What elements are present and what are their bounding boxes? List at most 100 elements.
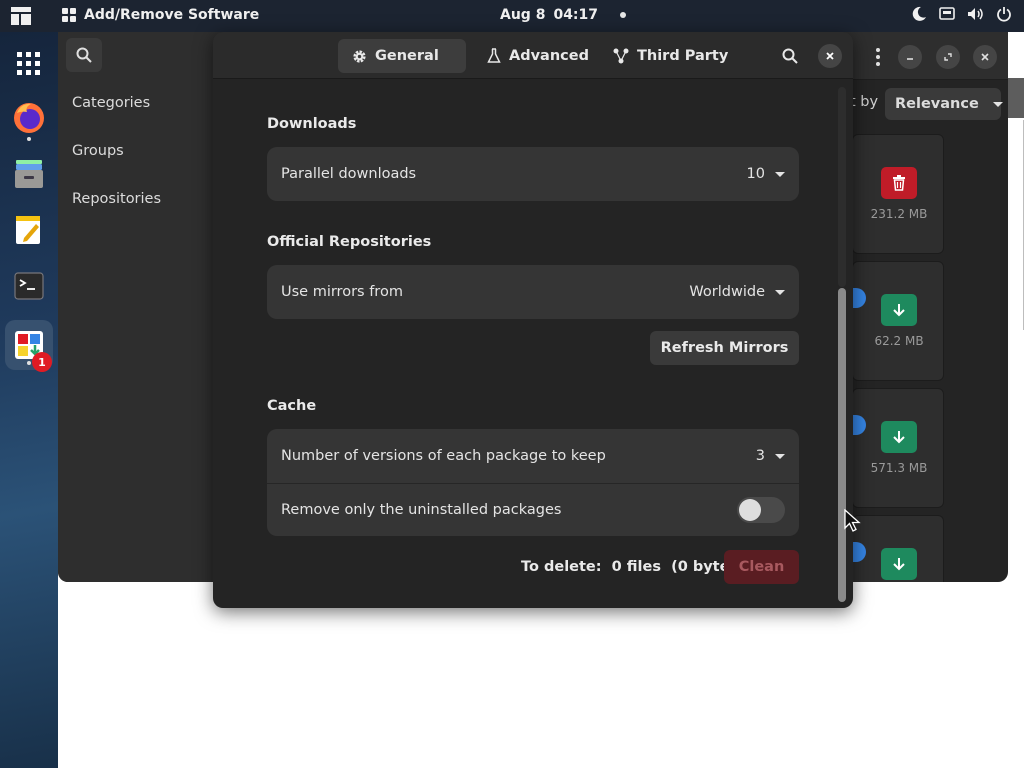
section-title-downloads: Downloads bbox=[267, 116, 357, 132]
screen-icon[interactable] bbox=[939, 6, 955, 22]
package-card[interactable]: 62.2 MB bbox=[852, 261, 944, 381]
close-icon bbox=[981, 53, 989, 61]
scrollbar-thumb[interactable] bbox=[838, 288, 846, 602]
app-grid-icon bbox=[62, 7, 76, 22]
dock: 1 bbox=[0, 32, 58, 768]
top-bar: Add/Remove Software Aug 8 04:17 bbox=[0, 0, 1024, 32]
notification-badge: 1 bbox=[32, 352, 52, 372]
sidebar-item-repositories[interactable]: Repositories bbox=[72, 191, 161, 207]
versions-dropdown[interactable]: 3 bbox=[756, 448, 785, 464]
volume-icon[interactable] bbox=[967, 6, 984, 22]
sort-dropdown[interactable]: Relevance bbox=[885, 88, 1003, 120]
tab-label: General bbox=[375, 48, 439, 64]
chevron-down-icon bbox=[992, 101, 1003, 107]
firefox-icon[interactable] bbox=[9, 98, 49, 138]
maximize-icon bbox=[944, 53, 952, 61]
parallel-downloads-dropdown[interactable]: 10 bbox=[747, 166, 785, 182]
toggle-knob bbox=[739, 499, 761, 521]
remove-button[interactable] bbox=[881, 167, 917, 199]
app-name: Add/Remove Software bbox=[84, 7, 260, 23]
scrollbar-thumb[interactable] bbox=[1008, 78, 1024, 118]
search-icon bbox=[76, 47, 92, 63]
close-window-button[interactable] bbox=[973, 45, 997, 69]
section-title-cache: Cache bbox=[267, 398, 317, 414]
uninstalled-only-toggle[interactable] bbox=[737, 497, 785, 523]
text-editor-icon[interactable] bbox=[9, 210, 49, 250]
dropdown-value: Worldwide bbox=[689, 284, 765, 300]
row-label: Use mirrors from bbox=[281, 284, 403, 300]
show-apps-icon[interactable] bbox=[9, 44, 49, 84]
download-arrow-icon bbox=[893, 558, 905, 571]
activities-icon[interactable] bbox=[10, 6, 32, 26]
terminal-icon[interactable] bbox=[9, 266, 49, 306]
clean-button[interactable]: Clean bbox=[724, 550, 799, 584]
tab-general[interactable]: General bbox=[338, 39, 466, 73]
clock-date: Aug 8 bbox=[500, 7, 546, 23]
running-indicator bbox=[27, 137, 31, 141]
night-mode-icon[interactable] bbox=[911, 6, 927, 22]
sidebar-item-categories[interactable]: Categories bbox=[72, 95, 150, 111]
divider bbox=[1010, 120, 1024, 330]
clock-time: 04:17 bbox=[553, 7, 599, 23]
refresh-mirrors-button[interactable]: Refresh Mirrors bbox=[650, 331, 799, 365]
to-delete-summary: To delete: 0 files (0 bytes) bbox=[521, 559, 745, 575]
package-size: 571.3 MB bbox=[870, 461, 928, 475]
download-arrow-icon bbox=[893, 431, 905, 444]
package-size: 231.2 MB bbox=[870, 207, 928, 221]
mirrors-dropdown[interactable]: Worldwide bbox=[689, 284, 785, 300]
flask-icon bbox=[487, 48, 501, 63]
files-icon[interactable] bbox=[9, 154, 49, 194]
cache-settings-group: Number of versions of each package to ke… bbox=[267, 429, 799, 536]
package-card[interactable] bbox=[852, 515, 944, 582]
power-icon[interactable] bbox=[996, 6, 1012, 22]
package-card[interactable]: 231.2 MB bbox=[852, 134, 944, 254]
row-label: Remove only the uninstalled packages bbox=[281, 502, 562, 518]
clock[interactable]: Aug 8 04:17 bbox=[500, 7, 627, 23]
package-card[interactable]: 571.3 MB bbox=[852, 388, 944, 508]
scrollbar-track bbox=[838, 87, 846, 287]
kebab-menu-icon bbox=[876, 48, 880, 66]
minimize-icon bbox=[907, 58, 913, 60]
uninstalled-only-row[interactable]: Remove only the uninstalled packages bbox=[267, 483, 799, 536]
dialog-search-button[interactable] bbox=[778, 44, 802, 68]
maximize-button[interactable] bbox=[936, 45, 960, 69]
search-button[interactable] bbox=[66, 38, 102, 72]
dropdown-value: 10 bbox=[746, 166, 765, 182]
tab-advanced[interactable]: Advanced bbox=[473, 39, 603, 73]
section-title-repositories: Official Repositories bbox=[267, 234, 432, 250]
preferences-dialog: General Advanced Third Party Downloads P… bbox=[213, 32, 853, 608]
menu-button[interactable] bbox=[866, 45, 890, 69]
mirrors-row[interactable]: Use mirrors from Worldwide bbox=[267, 265, 799, 319]
row-label: Number of versions of each package to ke… bbox=[281, 448, 606, 464]
install-button[interactable] bbox=[881, 421, 917, 453]
dropdown-value: 3 bbox=[755, 448, 765, 464]
sort-label: t by bbox=[850, 94, 879, 110]
tab-label: Advanced bbox=[509, 48, 589, 64]
package-size: 62.2 MB bbox=[874, 334, 924, 348]
download-arrow-icon bbox=[893, 304, 905, 317]
app-menu[interactable]: Add/Remove Software bbox=[62, 7, 259, 23]
running-indicator bbox=[27, 361, 31, 365]
close-icon bbox=[826, 52, 834, 60]
sidebar: Categories Groups Repositories bbox=[58, 32, 218, 582]
tab-third-party[interactable]: Third Party bbox=[599, 39, 742, 73]
dialog-close-button[interactable] bbox=[818, 44, 842, 68]
sort-value: Relevance bbox=[895, 96, 979, 112]
tab-label: Third Party bbox=[637, 48, 729, 64]
trash-icon bbox=[893, 175, 905, 191]
chevron-down-icon bbox=[775, 453, 785, 459]
notification-dot bbox=[620, 12, 627, 18]
mouse-pointer-icon bbox=[844, 508, 862, 537]
versions-to-keep-row[interactable]: Number of versions of each package to ke… bbox=[267, 429, 799, 483]
install-button[interactable] bbox=[881, 548, 917, 580]
system-tray[interactable] bbox=[911, 6, 1012, 22]
nodes-icon bbox=[613, 48, 629, 64]
sidebar-item-groups[interactable]: Groups bbox=[72, 143, 124, 159]
install-button[interactable] bbox=[881, 294, 917, 326]
chevron-down-icon bbox=[775, 171, 785, 177]
dialog-header: General Advanced Third Party bbox=[213, 32, 853, 79]
row-label: Parallel downloads bbox=[281, 166, 417, 182]
minimize-button[interactable] bbox=[898, 45, 922, 69]
parallel-downloads-row[interactable]: Parallel downloads 10 bbox=[267, 147, 799, 201]
chevron-down-icon bbox=[775, 289, 785, 295]
